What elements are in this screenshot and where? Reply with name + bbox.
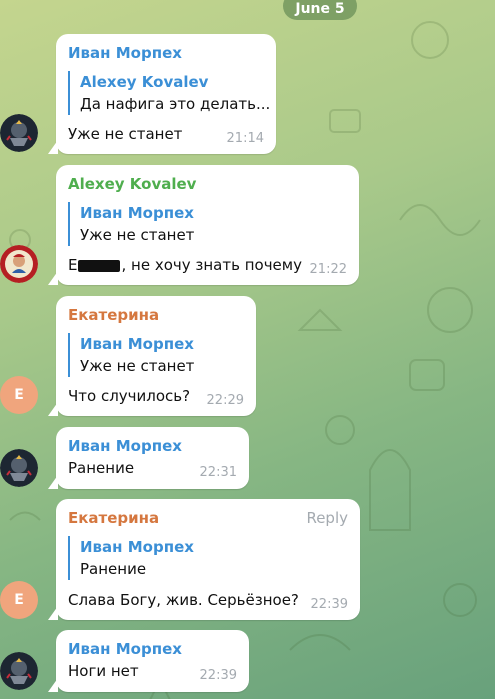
reply-quote[interactable]: Alexey Kovalev Да нафига это делать... [68, 71, 270, 115]
message-text: Ранение [68, 459, 135, 477]
message-time: 21:14 [226, 131, 264, 146]
avatar-ivan[interactable] [0, 114, 38, 152]
message-text: Слава Богу, жив. Серьёзное? [68, 591, 299, 609]
sender-name[interactable]: Екатерина [68, 509, 159, 527]
message-bubble[interactable]: Иван Морпех Ранение 22:31 [48, 427, 249, 489]
reply-text: Уже не станет [80, 357, 195, 375]
message-bubble[interactable]: Екатерина Reply Иван Морпех Ранение Слав… [48, 499, 360, 620]
message-time: 22:39 [199, 668, 237, 683]
message-time: 22:39 [310, 597, 348, 612]
reply-text: Уже не станет [80, 226, 195, 244]
avatar-ekaterina[interactable]: E [0, 581, 38, 619]
reply-sender: Alexey Kovalev [80, 73, 209, 91]
message-text: Что случилось? [68, 387, 191, 405]
reply-quote[interactable]: Иван Морпех Ранение [68, 536, 194, 580]
reply-sender: Иван Морпех [80, 538, 194, 556]
sender-name[interactable]: Иван Морпех [68, 640, 182, 658]
reply-text: Да нафига это делать... [80, 95, 271, 113]
message-bubble[interactable]: Alexey Kovalev Иван Морпех Уже не станет… [48, 165, 359, 285]
date-separator: June 5 [283, 0, 357, 20]
reply-sender: Иван Морпех [80, 204, 194, 222]
message-time: 21:22 [309, 262, 347, 277]
message-time: 22:29 [206, 393, 244, 408]
sender-name[interactable]: Екатерина [68, 306, 159, 324]
avatar-ekaterina[interactable]: E [0, 376, 38, 414]
avatar-ivan[interactable] [0, 652, 38, 690]
reply-sender: Иван Морпех [80, 335, 194, 353]
reply-quote[interactable]: Иван Морпех Уже не станет [68, 333, 194, 377]
message-bubble[interactable]: Екатерина Иван Морпех Уже не станет Что … [48, 296, 256, 416]
message-bubble[interactable]: Иван Морпех Ноги нет 22:39 [48, 630, 249, 692]
message-text: Ноги нет [68, 662, 139, 680]
sender-name[interactable]: Иван Морпех [68, 44, 182, 62]
message-bubble[interactable]: Иван Морпех Alexey Kovalev Да нафига это… [48, 34, 276, 154]
sender-name[interactable]: Alexey Kovalev [68, 175, 196, 193]
message-time: 22:31 [199, 465, 237, 480]
avatar-ivan[interactable] [0, 449, 38, 487]
reply-button[interactable]: Reply [306, 509, 348, 527]
reply-quote[interactable]: Иван Морпех Уже не станет [68, 202, 194, 246]
reply-text: Ранение [80, 560, 147, 578]
message-text: Е , не хочу знать почему [68, 256, 302, 274]
avatar-alexey[interactable] [0, 245, 38, 283]
censor-bar [78, 259, 121, 272]
sender-name[interactable]: Иван Морпех [68, 437, 182, 455]
message-text-suffix: , не хочу знать почему [121, 256, 302, 274]
message-text: Уже не станет [68, 125, 183, 143]
message-text-prefix: Е [68, 256, 78, 274]
